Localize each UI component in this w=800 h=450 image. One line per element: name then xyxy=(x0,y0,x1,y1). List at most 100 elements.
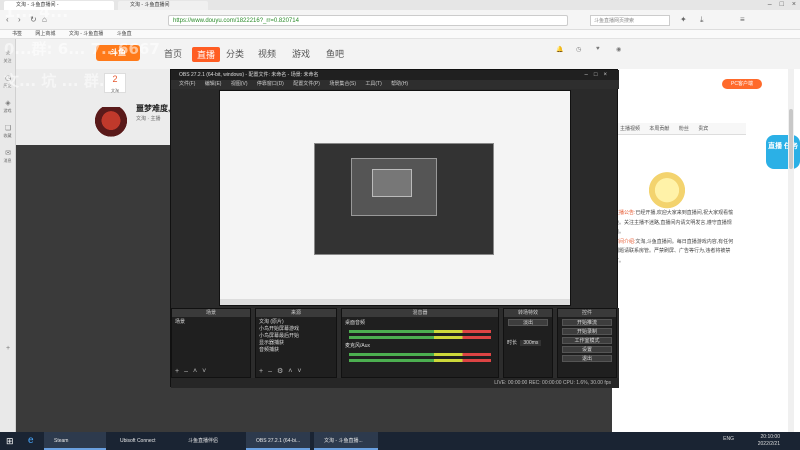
menu-icon[interactable]: ≡ xyxy=(740,15,745,25)
bookmark-icon[interactable]: ❏ xyxy=(0,124,16,133)
scene-item[interactable]: 场景 xyxy=(175,319,247,326)
dock-title: 场景 xyxy=(172,309,250,317)
source-item[interactable]: 小鸟屏幕最后开始 xyxy=(259,333,333,340)
tab-vip[interactable]: 贵宾 xyxy=(698,126,708,132)
windows-start-icon[interactable]: ⊞ xyxy=(6,436,14,447)
clock-date[interactable]: 2022/2/21 xyxy=(758,441,780,448)
source-item[interactable]: 显示器捕获 xyxy=(259,340,333,347)
nav-fishbar[interactable]: 鱼吧 xyxy=(326,47,344,60)
taskbar-obs[interactable]: OBS 27.2.1 (64-bi... xyxy=(246,432,310,450)
window-controls: – □ × xyxy=(768,0,796,10)
taskbar-douyu-companion[interactable]: 斗鱼直播伴侣 xyxy=(178,432,242,450)
dock-title: 来源 xyxy=(256,309,336,317)
taskbar-browser[interactable]: 文淘 - 斗鱼直播... xyxy=(314,432,378,450)
bookmark-item[interactable]: 网上商城 xyxy=(35,31,55,37)
room-title: 噩梦难度, xyxy=(136,104,171,113)
heart-icon[interactable]: ♥ xyxy=(596,46,600,52)
transition-select[interactable]: 淡出 xyxy=(508,319,548,326)
room-subtitle: 文淘 · 主播 xyxy=(136,116,161,122)
audio-meter xyxy=(349,353,491,356)
extension-icon[interactable]: ✦ xyxy=(680,15,687,25)
right-panel: PC客户端 主播视频 本周贡献 粉丝 贵宾 直播 任务 主播公告:已经开播,欢迎… xyxy=(612,69,800,432)
scrollbar-thumb[interactable] xyxy=(789,109,793,169)
bookmarks-bar: 书签 网上商城 文淘 - 斗鱼直播 斗鱼直 xyxy=(0,30,800,39)
douyu-logo[interactable]: 斗鱼 xyxy=(96,45,140,61)
tab-videos[interactable]: 主播视频 xyxy=(620,126,640,132)
sidebar-label: 收藏 xyxy=(3,133,12,138)
nav-home[interactable]: 首页 xyxy=(164,47,182,60)
menu-item[interactable]: 配置文件(P) xyxy=(293,81,320,87)
announcement: 主播公告:已经开播,欢迎大家来到直播间,祝大家观看愉快。关注主播不迷路,直播间内… xyxy=(614,209,738,266)
avatar[interactable] xyxy=(94,107,128,141)
obs-preview[interactable] xyxy=(219,90,571,306)
address-toolbar: ‹ › ↻ ⌂ https://www.douyu.com/1822216?_r… xyxy=(0,10,800,30)
nav-live[interactable]: 直播 xyxy=(192,47,221,62)
menu-item[interactable]: 视图(V) xyxy=(231,81,248,87)
scrollbar[interactable] xyxy=(788,69,794,432)
clock-time[interactable]: 20:10:00 xyxy=(758,434,780,441)
menu-item[interactable]: 文件(F) xyxy=(179,81,195,87)
obs-docks: 场景 场景 +–˄˅ 来源 文淘 (原片) 小鸟开始屏幕游戏 小鸟屏幕最后开始 … xyxy=(171,308,619,378)
bookmark-item[interactable]: 文淘 - 斗鱼直播 xyxy=(69,31,103,37)
minimize-icon[interactable]: – xyxy=(768,0,772,10)
taskbar-steam[interactable]: Steam xyxy=(44,432,106,450)
close-icon[interactable]: × xyxy=(792,0,796,10)
audio-meter xyxy=(349,359,491,362)
system-tray: ENG 20:10:00 2022/2/21 xyxy=(723,434,780,448)
settings-button[interactable]: 设置 xyxy=(562,346,612,353)
obs-window-controls[interactable]: –□× xyxy=(585,70,613,80)
scene-controls[interactable]: +–˄˅ xyxy=(175,368,211,375)
menu-item[interactable]: 场景集合(S) xyxy=(329,81,356,87)
game-icon[interactable]: ◈ xyxy=(0,99,16,108)
bookmark-item[interactable]: 斗鱼直 xyxy=(117,31,132,37)
start-recording-button[interactable]: 开始录制 xyxy=(562,328,612,335)
star-icon[interactable]: ★ xyxy=(0,49,16,58)
exit-button[interactable]: 退出 xyxy=(562,355,612,362)
mixer-channel-label: 麦克风/Aux xyxy=(345,343,371,349)
browser-tab[interactable]: 文淘 - 斗鱼直播间 - xyxy=(4,1,114,10)
bell-icon[interactable]: 🔔 xyxy=(556,46,563,53)
maximize-icon[interactable]: □ xyxy=(780,0,784,10)
browser-tabbar: 文淘 - 斗鱼直播间 - 文淘 - 斗鱼直播间 – □ × xyxy=(0,0,800,10)
duration-input[interactable]: 300ms xyxy=(520,340,542,346)
edge-icon[interactable]: e xyxy=(28,436,34,446)
sources-dock: 来源 文淘 (原片) 小鸟开始屏幕游戏 小鸟屏幕最后开始 显示器捕获 音频捕获 … xyxy=(255,308,337,378)
history-icon[interactable]: ◷ xyxy=(576,46,581,53)
url-field[interactable]: https://www.douyu.com/1822216?_rr=0.8207… xyxy=(168,15,568,26)
menu-item[interactable]: 编辑(E) xyxy=(205,81,222,87)
nav-category[interactable]: 分类 xyxy=(226,47,244,60)
message-icon[interactable]: ✉ xyxy=(0,149,16,158)
search-input[interactable]: 斗鱼直播网页搜索 xyxy=(590,15,670,26)
panel-tabs: 主播视频 本周贡献 粉丝 贵宾 xyxy=(612,123,746,135)
nav-video[interactable]: 视频 xyxy=(258,47,276,60)
site-header: 斗鱼 首页 直播 分类 视频 游戏 鱼吧 🔔 ◷ ♥ ◉ xyxy=(16,39,800,69)
language-indicator[interactable]: ENG xyxy=(723,436,734,443)
bookmark-item[interactable]: 书签 xyxy=(12,31,22,37)
forward-icon[interactable]: › xyxy=(18,15,21,25)
menu-item[interactable]: 帮助(H) xyxy=(391,81,408,87)
task-badge[interactable]: 直播 任务 xyxy=(766,135,800,169)
back-icon[interactable]: ‹ xyxy=(6,15,9,25)
source-item[interactable]: 音频捕获 xyxy=(259,347,333,354)
source-item[interactable]: 文淘 (原片) xyxy=(259,319,333,326)
add-icon[interactable]: + xyxy=(0,344,16,353)
start-streaming-button[interactable]: 开始推流 xyxy=(562,319,612,326)
source-controls[interactable]: +–⚙˄˅ xyxy=(259,367,306,375)
history-icon[interactable]: ◷ xyxy=(0,74,16,83)
tab-weekly[interactable]: 本周贡献 xyxy=(649,126,669,132)
studio-mode-button[interactable]: 工作室模式 xyxy=(562,337,612,344)
menu-item[interactable]: 工具(T) xyxy=(365,81,381,87)
home-icon[interactable]: ⌂ xyxy=(42,15,47,25)
preview-taskbar xyxy=(220,299,570,305)
taskbar-ubisoft[interactable]: Ubisoft Connect xyxy=(110,432,174,450)
browser-tab[interactable]: 文淘 - 斗鱼直播间 xyxy=(118,1,208,10)
tab-fans[interactable]: 粉丝 xyxy=(679,126,689,132)
pc-client-button[interactable]: PC客户端 xyxy=(722,79,762,89)
nav-game[interactable]: 游戏 xyxy=(292,47,310,60)
download-icon[interactable]: ⤓ xyxy=(700,15,704,25)
menu-item[interactable]: 停靠窗口(D) xyxy=(257,81,284,87)
refresh-icon[interactable]: ↻ xyxy=(30,15,37,25)
source-item[interactable]: 小鸟开始屏幕游戏 xyxy=(259,326,333,333)
user-icon[interactable]: ◉ xyxy=(616,46,621,53)
mixer-channel-label: 桌面音频 xyxy=(345,320,366,326)
